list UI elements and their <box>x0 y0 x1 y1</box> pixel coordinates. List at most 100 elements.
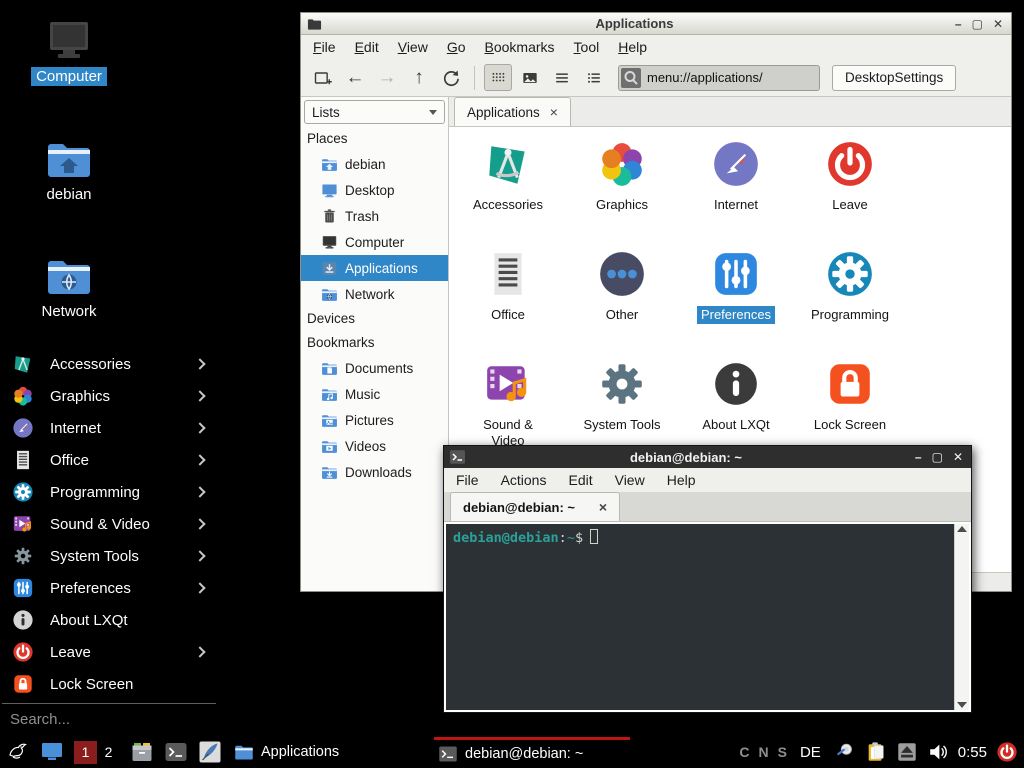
screenshot-tool-icon[interactable] <box>834 741 856 763</box>
taskbar-task-terminal[interactable]: debian@debian: ~ <box>434 737 630 767</box>
sidebar-item-downloads[interactable]: Downloads <box>301 459 448 485</box>
show-desktop-button[interactable] <box>40 740 64 764</box>
term-menu-view[interactable]: View <box>615 472 645 488</box>
app-item-internet[interactable]: Internet <box>679 139 793 249</box>
keyboard-layout-indicator[interactable]: DE <box>800 744 821 761</box>
fm-titlebar[interactable]: Applications – ▢ ✕ <box>301 13 1011 35</box>
fm-menu-help[interactable]: Help <box>618 39 647 55</box>
scroll-down-icon[interactable] <box>957 702 967 708</box>
term-menu-help[interactable]: Help <box>667 472 696 488</box>
computer-icon <box>321 235 338 250</box>
fm-menu-bookmarks[interactable]: Bookmarks <box>485 39 555 55</box>
thumbnail-view-button[interactable] <box>516 64 544 91</box>
minimize-icon[interactable]: – <box>915 451 922 463</box>
app-item-programming[interactable]: Programming <box>793 249 907 359</box>
sidebar-item-label: Computer <box>345 235 404 250</box>
compact-view-button[interactable] <box>548 64 576 91</box>
term-menu-edit[interactable]: Edit <box>568 472 592 488</box>
text-editor-launcher[interactable] <box>198 740 222 764</box>
power-button-icon[interactable] <box>996 741 1018 763</box>
terminal-scrollbar[interactable] <box>954 524 969 710</box>
sidebar-item-videos[interactable]: Videos <box>301 433 448 459</box>
workspace-2-button[interactable]: 2 <box>97 741 120 764</box>
term-menu-file[interactable]: File <box>456 472 479 488</box>
terminal-window: debian@debian: ~ – ▢ ✕ File Actions Edit… <box>443 445 972 713</box>
desktop-icon-debian[interactable]: debian <box>14 138 124 204</box>
menu-item-internet[interactable]: Internet <box>0 412 218 444</box>
app-item-other[interactable]: Other <box>565 249 679 359</box>
volume-icon[interactable] <box>927 741 949 763</box>
close-icon[interactable]: ✕ <box>993 18 1003 30</box>
tab-close-icon[interactable]: × <box>599 500 607 514</box>
fm-toolbar: ← → ↑ menu://applications/ DesktopSettin… <box>301 59 1011 97</box>
terminal-launcher[interactable] <box>164 740 188 764</box>
menu-item-leave[interactable]: Leave <box>0 636 218 668</box>
desktop-icon-network[interactable]: Network <box>14 255 124 321</box>
submenu-arrow-icon <box>194 550 205 561</box>
menu-item-preferences[interactable]: Preferences <box>0 572 218 604</box>
term-menu-actions[interactable]: Actions <box>501 472 547 488</box>
up-button[interactable]: ↑ <box>405 64 433 91</box>
fm-menu-view[interactable]: View <box>398 39 428 55</box>
sidebar-item-applications[interactable]: Applications <box>301 255 448 281</box>
close-icon[interactable]: ✕ <box>953 451 963 463</box>
new-tab-button[interactable] <box>309 64 337 91</box>
fm-menu-file[interactable]: File <box>313 39 336 55</box>
trash-icon <box>321 209 338 224</box>
menu-item-sound-video[interactable]: Sound & Video <box>0 508 218 540</box>
menu-item-lock-screen[interactable]: Lock Screen <box>0 668 218 700</box>
menu-item-office[interactable]: Office <box>0 444 218 476</box>
sidebar-item-music[interactable]: Music <box>301 381 448 407</box>
menu-item-label: Office <box>50 452 196 469</box>
search-input[interactable] <box>0 704 218 732</box>
menu-item-about-lxqt[interactable]: About LXQt <box>0 604 218 636</box>
app-item-leave[interactable]: Leave <box>793 139 907 249</box>
clipboard-icon[interactable] <box>865 741 887 763</box>
detailed-view-button[interactable] <box>580 64 608 91</box>
maximize-icon[interactable]: ▢ <box>972 18 983 30</box>
sound-video-icon <box>12 513 34 535</box>
menu-item-programming[interactable]: Programming <box>0 476 218 508</box>
menu-item-system-tools[interactable]: System Tools <box>0 540 218 572</box>
app-item-office[interactable]: Office <box>451 249 565 359</box>
app-item-graphics[interactable]: Graphics <box>565 139 679 249</box>
desktop-settings-button[interactable]: DesktopSettings <box>832 65 956 91</box>
fm-menu-edit[interactable]: Edit <box>355 39 379 55</box>
back-button[interactable]: ← <box>341 64 369 91</box>
minimize-icon[interactable]: – <box>955 18 962 30</box>
fm-menu-go[interactable]: Go <box>447 39 466 55</box>
terminal-screen[interactable]: debian@debian:~$ <box>446 524 954 710</box>
terminal-tab[interactable]: debian@debian: ~ × <box>450 492 620 521</box>
sidebar-item-debian[interactable]: debian <box>301 151 448 177</box>
forward-button[interactable]: → <box>373 64 401 91</box>
submenu-arrow-icon <box>194 454 205 465</box>
main-menu-button[interactable] <box>6 740 30 764</box>
desktop-icon-computer[interactable]: Computer <box>14 20 124 86</box>
videos-folder-icon <box>321 439 338 454</box>
app-item-accessories[interactable]: Accessories <box>451 139 565 249</box>
scroll-up-icon[interactable] <box>957 526 967 532</box>
file-manager-launcher[interactable] <box>130 740 154 764</box>
sidebar-item-trash[interactable]: Trash <box>301 203 448 229</box>
taskbar-task-applications[interactable]: Applications <box>230 737 426 767</box>
address-bar[interactable]: menu://applications/ <box>618 65 820 91</box>
maximize-icon[interactable]: ▢ <box>932 451 943 463</box>
eject-icon[interactable] <box>896 741 918 763</box>
terminal-titlebar[interactable]: debian@debian: ~ – ▢ ✕ <box>444 446 971 468</box>
app-item-preferences[interactable]: Preferences <box>679 249 793 359</box>
icon-view-button[interactable] <box>484 64 512 91</box>
sidebar-item-pictures[interactable]: Pictures <box>301 407 448 433</box>
sidebar-item-network[interactable]: Network <box>301 281 448 307</box>
tab-close-icon[interactable]: × <box>550 105 558 119</box>
fm-tab-applications[interactable]: Applications × <box>454 97 571 126</box>
sidebar-mode-select[interactable]: Lists <box>304 100 445 124</box>
menu-item-graphics[interactable]: Graphics <box>0 380 218 412</box>
sidebar-item-desktop[interactable]: Desktop <box>301 177 448 203</box>
reload-button[interactable] <box>437 64 465 91</box>
workspace-1-button[interactable]: 1 <box>74 741 97 764</box>
fm-menu-tool[interactable]: Tool <box>574 39 600 55</box>
sidebar-item-computer[interactable]: Computer <box>301 229 448 255</box>
menu-item-accessories[interactable]: Accessories <box>0 348 218 380</box>
sidebar-item-documents[interactable]: Documents <box>301 355 448 381</box>
clock[interactable]: 0:55 <box>958 744 987 761</box>
